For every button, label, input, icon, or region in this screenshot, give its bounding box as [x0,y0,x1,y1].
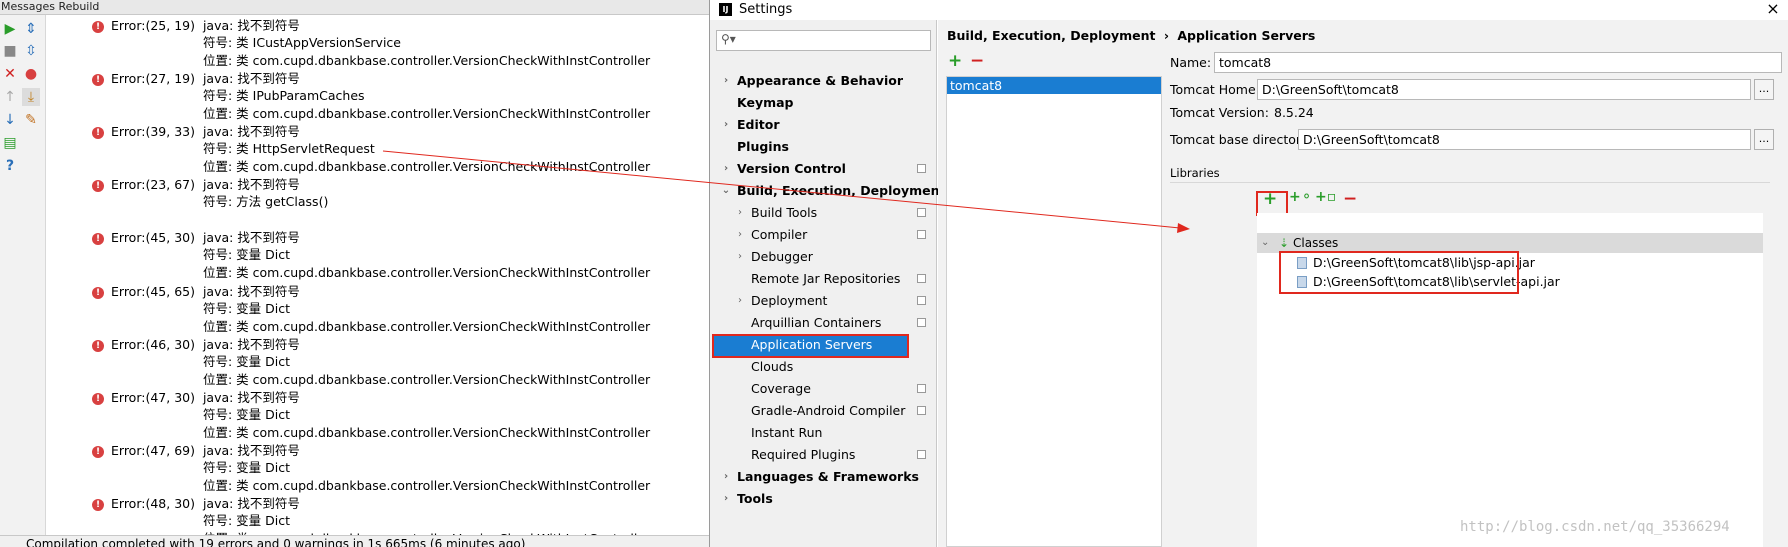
arrow-head [1177,223,1190,233]
arrow-line [382,150,1181,229]
screen: Messages Rebuild ▶ ⇕ ■ ⇳ ✕ ● ↑ ⤓ ↓ ✎ ▤ ?… [0,0,1788,547]
annotation-arrow [382,150,1190,233]
watermark: http://blog.csdn.net/qq_35366294 [1460,519,1730,535]
